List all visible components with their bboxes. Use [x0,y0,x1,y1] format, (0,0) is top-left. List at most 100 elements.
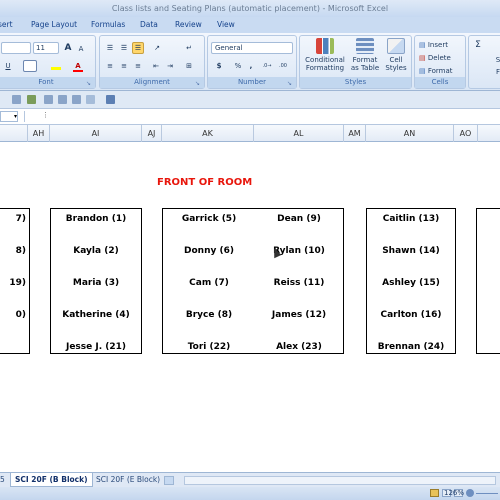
styles-group-label: Styles [300,77,411,88]
column-header-ah[interactable]: AH [28,125,50,142]
format-as-table-button[interactable]: Format as Table [349,38,381,72]
insert-function-icon[interactable]: ⋮ [42,111,49,119]
delete-icon: ▤ [419,54,426,62]
seating-group-partial-left: 7) 8) 19) 0) [0,208,30,354]
column-header-am[interactable]: AM [344,125,366,142]
status-bar: 126% [0,487,500,500]
number-group-label: Number [208,77,296,88]
seating-group-partial-right [476,208,500,354]
orientation-icon[interactable]: ↗ [150,42,164,54]
normal-view-icon[interactable] [430,489,439,497]
column-header-ak[interactable]: AK [162,125,254,142]
sort-icon[interactable] [106,95,115,104]
tab-review[interactable]: Review [175,17,202,33]
cell-styles-button[interactable]: Cell Styles [383,38,409,72]
borders-button[interactable] [23,60,37,72]
shrink-font-button[interactable]: A [76,43,86,55]
decrease-decimal-icon[interactable]: .00 [276,60,290,72]
increase-decimal-icon[interactable]: .0→ [260,60,274,72]
align-middle-icon[interactable]: ☰ [118,42,130,54]
font-group-label: Font [0,77,95,88]
conditional-formatting-icon [316,38,334,54]
print-icon[interactable] [27,95,36,104]
fill-color-icon [51,67,61,70]
autosum-button[interactable]: Σ [472,39,484,51]
format-button[interactable]: ▤ Format [418,65,464,77]
number-launcher-icon[interactable]: ↘ [287,80,294,87]
seat-name: Katherine (4) [62,310,130,320]
currency-button[interactable]: $ [212,60,226,72]
seat-name: Shawn (14) [382,246,440,256]
wrap-text-icon[interactable]: ↵ [182,42,196,54]
insert-button[interactable]: ▤ Insert [418,39,464,51]
align-left-icon[interactable]: ≡ [104,60,116,72]
insert-label: Insert [427,41,448,49]
sheet-tab-sci-20f-b[interactable]: SCI 20F (B Block) [10,473,93,487]
underline-button[interactable]: U [3,60,13,72]
column-header-ao[interactable]: AO [454,125,478,142]
comma-button[interactable]: , [246,60,256,72]
align-right-icon[interactable]: ≡ [132,60,144,72]
sort-filter-button[interactable]: S [493,54,500,66]
save-icon[interactable] [12,95,21,104]
grow-font-button[interactable]: A [63,42,73,54]
font-name-field[interactable] [1,42,31,54]
align-bottom-icon[interactable]: ☰ [132,42,144,54]
cells-group-label: Cells [415,77,465,88]
sheet-tab-insert-icon[interactable] [164,476,174,485]
sheet-tab-sci-20f-e[interactable]: SCI 20F (E Block) [92,473,164,487]
print-preview-icon[interactable] [44,95,53,104]
horizontal-scrollbar[interactable] [184,476,496,485]
worksheet[interactable]: FRONT OF ROOM 7) 8) 19) 0) Brandon (1) K… [0,142,500,470]
column-header-an[interactable]: AN [366,125,454,142]
zoom-level[interactable]: 126% [444,488,464,499]
merge-center-icon[interactable]: ⊞ [182,60,196,72]
alignment-launcher-icon[interactable]: ↘ [195,80,202,87]
font-launcher-icon[interactable]: ↘ [86,80,93,87]
tab-data[interactable]: Data [140,17,158,33]
seating-group-1: Brandon (1) Kayla (2) Maria (3) Katherin… [50,208,142,354]
column-header-partial[interactable] [0,125,28,142]
delete-button[interactable]: ▤ Delete [418,52,464,64]
name-box-dropdown-icon[interactable]: ▾ [0,111,18,122]
zoom-out-icon[interactable] [466,489,474,497]
ribbon: 11 A A U A Font ↘ ☰ ☰ ☰ ↗ ↵ ≡ ≡ ≡ ⇤ ⇥ ⊞ … [0,33,500,91]
column-header-al[interactable]: AL [254,125,344,142]
tab-formulas[interactable]: Formulas [91,17,125,33]
align-top-icon[interactable]: ☰ [104,42,116,54]
seat-name: Bryce (8) [185,310,233,320]
decrease-indent-icon[interactable]: ⇤ [150,60,162,72]
ribbon-tabs: sert Page Layout Formulas Data Review Vi… [0,17,500,33]
seating-group-2: Garrick (5) Donny (6) Cam (7) Bryce (8) … [162,208,344,354]
editing-group: Σ S F [468,35,500,89]
seat-name: Brandon (1) [65,214,127,224]
excel-window: Class lists and Seating Plans (automatic… [0,0,500,500]
tab-view[interactable]: View [217,17,235,33]
percent-button[interactable]: % [232,60,244,72]
undo-icon[interactable] [58,95,67,104]
increase-indent-icon[interactable]: ⇥ [164,60,176,72]
fill-color-button[interactable] [49,60,63,72]
seat-name: 8) [15,246,26,256]
formula-input[interactable] [50,111,498,122]
redo-icon[interactable] [72,95,81,104]
column-header-aj[interactable]: AJ [142,125,162,142]
sheet-tab-partial[interactable]: 5 [0,473,9,487]
column-header-next[interactable] [478,125,500,142]
borders-icon[interactable] [86,95,95,104]
font-color-button[interactable]: A [71,60,85,72]
seat-name: 7) [15,214,26,224]
align-center-icon[interactable]: ≡ [118,60,130,72]
conditional-formatting-button[interactable]: Conditional Formatting [303,38,347,72]
seat-name: Garrick (5) [181,214,237,224]
tab-page-layout[interactable]: Page Layout [31,17,77,33]
find-select-button[interactable]: F [493,66,500,78]
column-header-ai[interactable]: AI [50,125,142,142]
seat-name: Dean (9) [277,214,321,224]
tab-insert[interactable]: sert [0,17,13,33]
zoom-slider[interactable] [476,493,498,494]
seat-name: Caitlin (13) [382,214,440,224]
font-size-field[interactable]: 11 [33,42,59,54]
number-format-select[interactable]: General [211,42,293,54]
format-icon: ▤ [419,67,426,75]
